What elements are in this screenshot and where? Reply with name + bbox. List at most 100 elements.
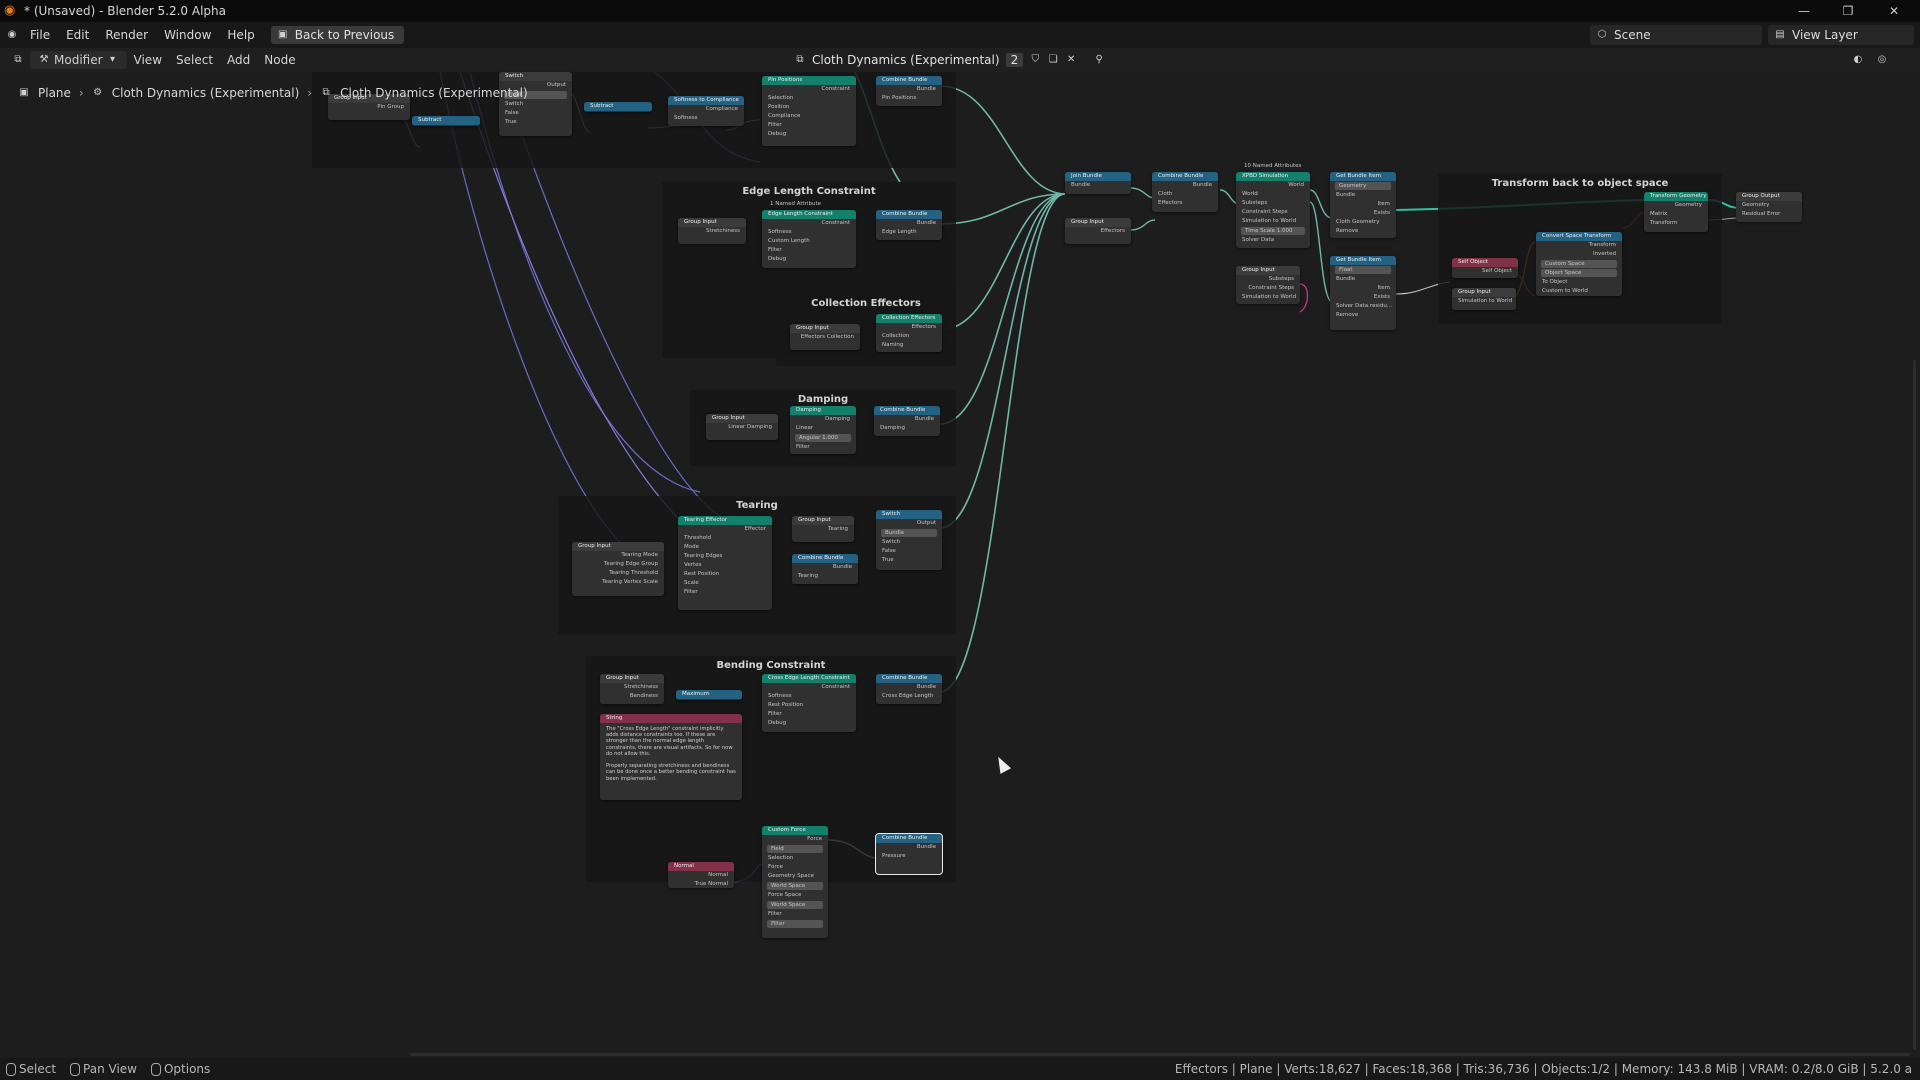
node-join-bundle[interactable]: Join Bundle Bundle <box>1065 172 1131 194</box>
menu-render[interactable]: Render <box>97 22 156 48</box>
frame-transform-back[interactable]: Transform back to object space Self Obje… <box>1438 174 1722 324</box>
back-to-previous-button[interactable]: ▣ Back to Previous <box>270 26 405 44</box>
node-xpbd-simulation[interactable]: XPBD Simulation World World Substeps Con… <box>1236 172 1310 248</box>
node-edge-combine-bundle[interactable]: Combine Bundle Bundle Edge Length <box>876 210 942 240</box>
node-editor-canvas[interactable]: Group Input Pin Group Switch Output Floa… <box>0 72 1920 1056</box>
unlink-icon[interactable]: ✕ <box>1065 54 1077 66</box>
hint-options: Options <box>150 1062 210 1076</box>
frame-damping-label: Damping <box>797 394 849 405</box>
fake-user-shield-icon[interactable]: ⛉ <box>1029 54 1041 66</box>
blender-logo-icon: ◉ <box>4 3 16 18</box>
mouse-right-icon <box>150 1062 161 1076</box>
menu-view[interactable]: View <box>127 48 169 72</box>
node-tearing-group-input-b[interactable]: Group Input Tearing <box>792 516 854 542</box>
node-edge-group-input[interactable]: Group Input Stretchiness <box>678 218 746 244</box>
node-damping[interactable]: Damping Damping Linear Angular 1.000 Fil… <box>790 406 856 454</box>
node-get-bundle-item-b[interactable]: Get Bundle Item Float Bundle Item Exists… <box>1330 256 1396 330</box>
window-titlebar: ◉ * (Unsaved) - Blender 5.2.0 Alpha — ❐ … <box>0 0 1920 22</box>
node-cross-edge-length[interactable]: Cross Edge Length Constraint Constraint … <box>762 674 856 732</box>
blender-menu-icon[interactable]: ◉ <box>6 29 18 41</box>
duplicate-icon[interactable]: ❏ <box>1047 54 1059 66</box>
overlay-icon[interactable]: ◐ <box>1852 54 1864 66</box>
horizontal-scrollbar[interactable] <box>410 1053 1910 1056</box>
menu-node[interactable]: Node <box>257 48 302 72</box>
string-note-text[interactable]: The "Cross Edge Length" constraint impli… <box>600 723 742 785</box>
modifier-mode-label: Modifier <box>54 53 103 67</box>
node-mid-group-input[interactable]: Group Input Effectors <box>1065 218 1131 244</box>
vertical-scrollbar[interactable] <box>1913 360 1916 1050</box>
node-pin-softness[interactable]: Softness to Compliance Compliance Softne… <box>668 96 744 126</box>
node-tree-selector[interactable]: ⧉ Cloth Dynamics (Experimental) 2 ⛉ ❏ ✕ … <box>794 51 1105 69</box>
named-attributes-badge: 10 Named Attributes <box>1244 163 1302 169</box>
node-mid-combine-bundle[interactable]: Combine Bundle Bundle Cloth Effectors <box>1152 172 1218 212</box>
node-bending-group-input[interactable]: Group Input Stretchiness Bendiness <box>600 674 664 704</box>
view-layer-selector[interactable]: ▤ View Layer <box>1768 25 1914 45</box>
status-bar: Select Pan View Options Effectors | Plan… <box>0 1058 1920 1080</box>
breadcrumb-chevron-icon: › <box>307 86 313 100</box>
frame-collection-effectors[interactable]: Collection Effectors Group Input Effecto… <box>776 294 956 366</box>
menu-help[interactable]: Help <box>219 22 262 48</box>
mesh-object-icon: ▣ <box>19 87 29 98</box>
editor-type-icon[interactable]: ⧉ <box>12 54 24 66</box>
hint-select: Select <box>6 1062 56 1076</box>
node-tearing-combine-bundle[interactable]: Combine Bundle Bundle Tearing <box>792 554 858 584</box>
breadcrumb: ▣ Plane › ⚙ Cloth Dynamics (Experimental… <box>18 86 528 100</box>
menu-window[interactable]: Window <box>156 22 219 48</box>
wrench-icon: ⚒ <box>39 54 49 65</box>
node-transform-geometry[interactable]: Transform Geometry Geometry Matrix Trans… <box>1644 192 1708 232</box>
chevron-down-icon: ▾ <box>110 54 116 65</box>
node-collection-group-input[interactable]: Group Input Effectors Collection <box>790 324 860 350</box>
node-collection-effectors[interactable]: Collection Effectors Effectors Collectio… <box>876 314 942 352</box>
node-normal[interactable]: Normal Normal True Normal <box>668 862 734 888</box>
node-tearing-effector[interactable]: Tearing Effector Effector Threshold Mode… <box>678 516 772 610</box>
node-tree-name: Cloth Dynamics (Experimental) <box>812 53 1000 67</box>
maximize-button[interactable]: ❐ <box>1826 0 1870 22</box>
frame-edge-length-label: Edge Length Constraint <box>742 186 876 197</box>
node-damping-combine-bundle[interactable]: Combine Bundle Bundle Damping <box>874 406 940 436</box>
node-bending-combine-bundle[interactable]: Combine Bundle Bundle Cross Edge Length <box>876 674 942 704</box>
minimize-button[interactable]: — <box>1782 0 1826 22</box>
window-title: * (Unsaved) - Blender 5.2.0 Alpha <box>24 4 227 18</box>
node-pressure-combine-bundle[interactable]: Combine Bundle Bundle Pressure <box>875 833 943 875</box>
node-string-note[interactable]: String The "Cross Edge Length" constrain… <box>600 714 742 800</box>
node-right-group-input[interactable]: Group Input Simulation to World <box>1452 288 1516 310</box>
node-edge-length-constraint[interactable]: Edge Length Constraint Constraint Softne… <box>762 210 856 268</box>
node-self-object[interactable]: Self Object Self Object <box>1452 258 1518 278</box>
frame-bending-label: Bending Constraint <box>716 660 826 671</box>
frame-tearing[interactable]: Tearing Group Input Tearing Mode Tearing… <box>558 496 956 634</box>
named-attribute-badge: 1 Named Attribute <box>770 201 821 207</box>
node-pin-subtract-b[interactable]: Subtract <box>584 102 652 112</box>
node-custom-force[interactable]: Custom Force Force Field Selection Force… <box>762 826 828 938</box>
menu-add[interactable]: Add <box>220 48 257 72</box>
frame-collection-effectors-label: Collection Effectors <box>811 298 921 309</box>
breadcrumb-object[interactable]: Plane <box>38 86 71 100</box>
node-xpbd-group-input[interactable]: Group Input Substeps Constraint Steps Si… <box>1236 266 1300 304</box>
modifier-mode-dropdown[interactable]: ⚒ Modifier ▾ <box>30 51 127 69</box>
frame-damping[interactable]: Damping Group Input Linear Damping Dampi… <box>690 390 956 466</box>
node-group-output[interactable]: Group Output Geometry Residual Error <box>1736 192 1802 222</box>
menu-file[interactable]: File <box>22 22 58 48</box>
mouse-middle-icon <box>70 1062 81 1076</box>
node-bending-maximum[interactable]: Maximum <box>676 690 742 700</box>
breadcrumb-chevron-icon: › <box>78 86 84 100</box>
node-convert-space-transform[interactable]: Convert Space Transform Transform Invert… <box>1536 232 1622 296</box>
node-get-bundle-item-a[interactable]: Get Bundle Item Geometry Bundle Item Exi… <box>1330 172 1396 238</box>
menu-select[interactable]: Select <box>169 48 220 72</box>
menu-edit[interactable]: Edit <box>58 22 97 48</box>
breadcrumb-group[interactable]: Cloth Dynamics (Experimental) <box>340 86 528 100</box>
breadcrumb-modifier[interactable]: Cloth Dynamics (Experimental) <box>112 86 300 100</box>
scene-selector[interactable]: ⬡ Scene <box>1590 25 1762 45</box>
node-pin-switch[interactable]: Switch Output Float Switch False True <box>499 72 572 136</box>
node-pin-combine-bundle[interactable]: Combine Bundle Bundle Pin Positions <box>876 76 942 106</box>
close-window-button[interactable]: ✕ <box>1872 0 1916 22</box>
user-count-badge[interactable]: 2 <box>1005 53 1024 67</box>
node-tearing-group-input[interactable]: Group Input Tearing Mode Tearing Edge Gr… <box>572 542 664 596</box>
gizmo-icon[interactable]: ◎ <box>1876 54 1888 66</box>
node-pin-subtract-a[interactable]: Subtract <box>412 116 480 126</box>
view-layer-label: View Layer <box>1792 28 1858 42</box>
node-pin-positions[interactable]: Pin Positions Constraint Selection Posit… <box>762 76 856 146</box>
node-tearing-switch[interactable]: Switch Output Bundle Switch False True <box>876 510 942 570</box>
scene-icon: ⬡ <box>1597 29 1607 40</box>
pin-icon[interactable]: ⚲ <box>1093 54 1105 66</box>
node-damping-group-input[interactable]: Group Input Linear Damping <box>706 414 778 440</box>
